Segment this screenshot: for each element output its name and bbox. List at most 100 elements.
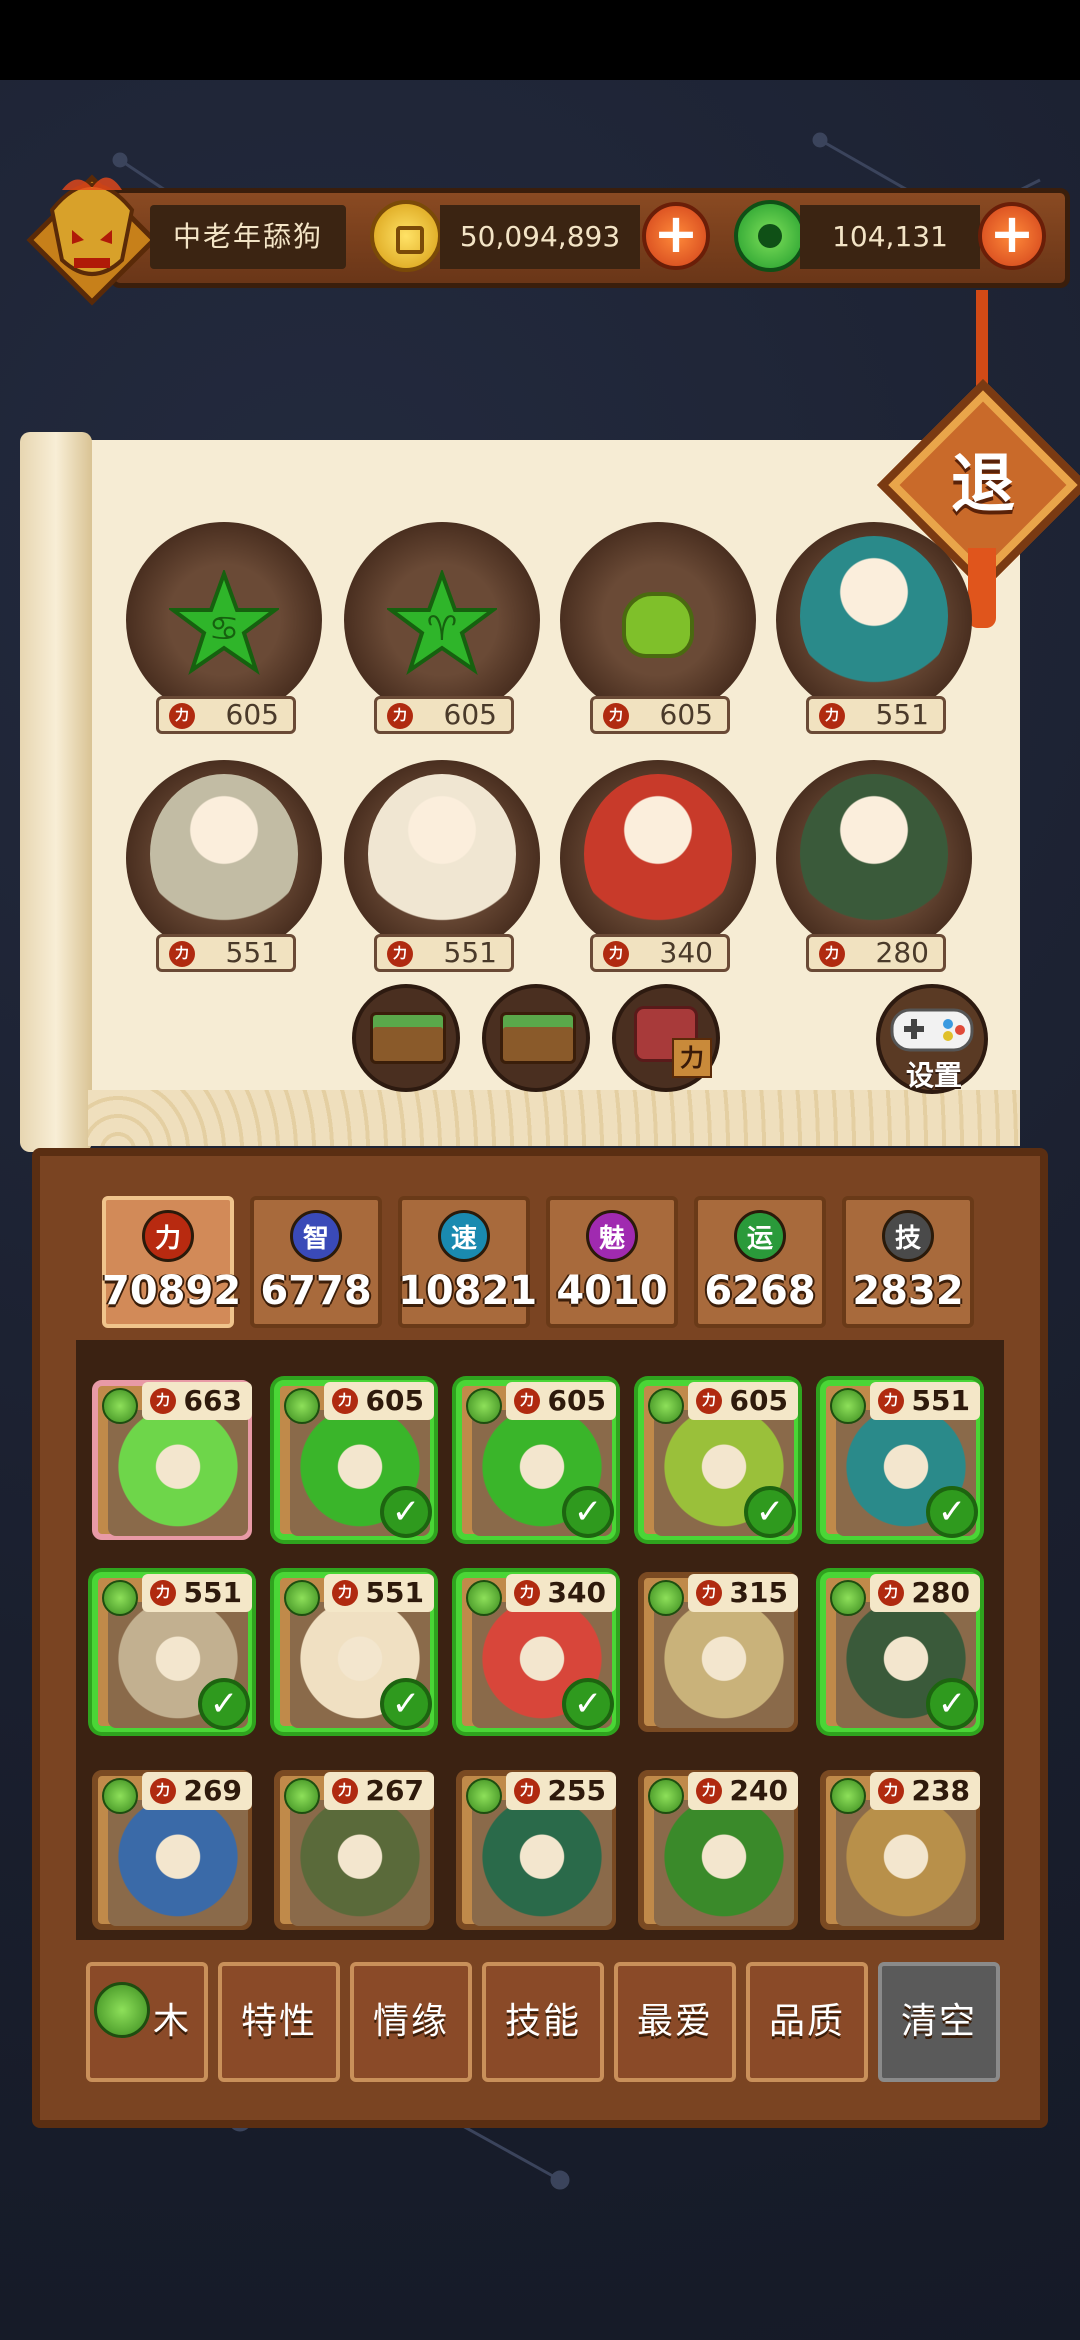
- hero-power-badge: 力 551: [324, 1574, 434, 1612]
- power-icon: 力: [150, 1388, 176, 1414]
- power-icon: 力: [603, 703, 629, 729]
- slot-power-badge: 力 605: [590, 696, 730, 734]
- team-slot[interactable]: [776, 522, 972, 718]
- filter-label: 最爱: [636, 2001, 713, 2042]
- hero-card[interactable]: 力 240: [638, 1770, 798, 1930]
- hero-card[interactable]: 力 605 ✓: [274, 1380, 434, 1540]
- extra-slot-food-box-1[interactable]: [352, 984, 460, 1092]
- hero-card-art: [654, 1800, 794, 1926]
- hero-card-art: [108, 1800, 248, 1926]
- stat-value: 10821: [398, 1268, 538, 1314]
- stat-value: 6778: [260, 1268, 372, 1314]
- hero-power-badge: 力 238: [870, 1772, 980, 1810]
- hero-card[interactable]: 力 551 ✓: [274, 1572, 434, 1732]
- stat-value: 2832: [852, 1268, 964, 1314]
- star-monster-icon: ♋: [169, 570, 279, 675]
- hero-card[interactable]: 力 267: [274, 1770, 434, 1930]
- stat-value: 70892: [102, 1268, 242, 1314]
- check-icon: ✓: [380, 1486, 432, 1538]
- team-slot[interactable]: [776, 760, 972, 956]
- stat-tab[interactable]: 速 10821: [398, 1196, 538, 1328]
- wood-element-icon: [648, 1388, 684, 1424]
- hero-card[interactable]: 力 315: [638, 1572, 798, 1732]
- filter-label: 清空: [900, 2001, 977, 2042]
- settings-label[interactable]: 设置: [892, 1054, 976, 1092]
- filter-label: 品质: [768, 2001, 845, 2042]
- slot-power-value: 340: [659, 936, 713, 969]
- power-icon: 力: [169, 941, 195, 967]
- hero-power-badge: 力 240: [688, 1772, 798, 1810]
- hero-card[interactable]: 力 663: [92, 1380, 252, 1540]
- hero-card[interactable]: 力 551 ✓: [92, 1572, 252, 1732]
- hero-power-badge: 力 605: [506, 1382, 616, 1420]
- extra-slot-power-drum[interactable]: 力: [612, 984, 720, 1092]
- wood-element-icon: [648, 1580, 684, 1616]
- exit-sign-tassel: [968, 548, 996, 628]
- stat-tab[interactable]: 魅 4010: [546, 1196, 678, 1328]
- stat-tab[interactable]: 运 6268: [694, 1196, 826, 1328]
- filter-button[interactable]: 品质: [746, 1962, 868, 2082]
- slot-power-value: 605: [225, 698, 279, 731]
- power-icon: 力: [878, 1778, 904, 1804]
- slot-power-badge: 力 551: [374, 934, 514, 972]
- hero-card[interactable]: 力 238: [820, 1770, 980, 1930]
- extra-slot-food-box-2[interactable]: [482, 984, 590, 1092]
- team-slot[interactable]: [344, 760, 540, 956]
- add-jade-button[interactable]: +: [978, 202, 1046, 270]
- hero-power-badge: 力 551: [870, 1382, 980, 1420]
- stat-value: 4010: [556, 1268, 668, 1314]
- power-icon: 力: [819, 941, 845, 967]
- filter-button[interactable]: 特性: [218, 1962, 340, 2082]
- stat-tab[interactable]: 技 2832: [842, 1196, 974, 1328]
- jade-coin-icon: [734, 200, 806, 272]
- gold-amount: 50,094,893: [440, 205, 640, 269]
- slot-power-badge: 力 551: [806, 696, 946, 734]
- wood-element-icon: [466, 1580, 502, 1616]
- hero-card[interactable]: 力 255: [456, 1770, 616, 1930]
- team-slot[interactable]: [126, 760, 322, 956]
- filter-button[interactable]: 最爱: [614, 1962, 736, 2082]
- stat-tab[interactable]: 智 6778: [250, 1196, 382, 1328]
- clear-filter-button[interactable]: 清空: [878, 1962, 1000, 2082]
- power-icon: 力: [169, 703, 195, 729]
- hero-card[interactable]: 力 605 ✓: [456, 1380, 616, 1540]
- power-icon: 力: [603, 941, 629, 967]
- team-slot[interactable]: ♈: [344, 522, 540, 718]
- scroll-rod: [20, 432, 92, 1152]
- slot-power-value: 605: [443, 698, 497, 731]
- hero-power-value: 551: [911, 1384, 970, 1417]
- check-icon: ✓: [562, 1678, 614, 1730]
- slot-power-value: 280: [875, 936, 929, 969]
- wood-element-icon: [102, 1778, 138, 1814]
- hero-power-value: 255: [547, 1774, 606, 1807]
- hero-card[interactable]: 力 551 ✓: [820, 1380, 980, 1540]
- slot-power-badge: 力 605: [156, 696, 296, 734]
- filter-button[interactable]: 情缘: [350, 1962, 472, 2082]
- slot-power-value: 551: [875, 698, 929, 731]
- team-slot[interactable]: [560, 760, 756, 956]
- power-icon: 力: [514, 1778, 540, 1804]
- power-icon: 力: [819, 703, 845, 729]
- filter-button[interactable]: 木: [86, 1962, 208, 2082]
- team-slot[interactable]: ♋: [126, 522, 322, 718]
- wood-element-icon: [466, 1388, 502, 1424]
- wood-element-icon: [102, 1580, 138, 1616]
- exit-label[interactable]: 退: [908, 410, 1058, 560]
- hero-power-badge: 力 315: [688, 1574, 798, 1612]
- jade-amount: 104,131: [800, 205, 980, 269]
- filter-button[interactable]: 技能: [482, 1962, 604, 2082]
- power-icon: 力: [332, 1778, 358, 1804]
- hero-card[interactable]: 力 605 ✓: [638, 1380, 798, 1540]
- slot-power-value: 551: [443, 936, 497, 969]
- hero-card[interactable]: 力 280 ✓: [820, 1572, 980, 1732]
- power-icon: 力: [387, 941, 413, 967]
- hero-card[interactable]: 力 269: [92, 1770, 252, 1930]
- team-slot[interactable]: [560, 522, 756, 718]
- hero-card[interactable]: 力 340 ✓: [456, 1572, 616, 1732]
- slot-power-badge: 力 280: [806, 934, 946, 972]
- power-icon: 力: [150, 1778, 176, 1804]
- add-gold-button[interactable]: +: [642, 202, 710, 270]
- hero-power-badge: 力 267: [324, 1772, 434, 1810]
- stat-tab[interactable]: 力 70892: [102, 1196, 242, 1328]
- player-avatar-emblem[interactable]: [22, 170, 162, 310]
